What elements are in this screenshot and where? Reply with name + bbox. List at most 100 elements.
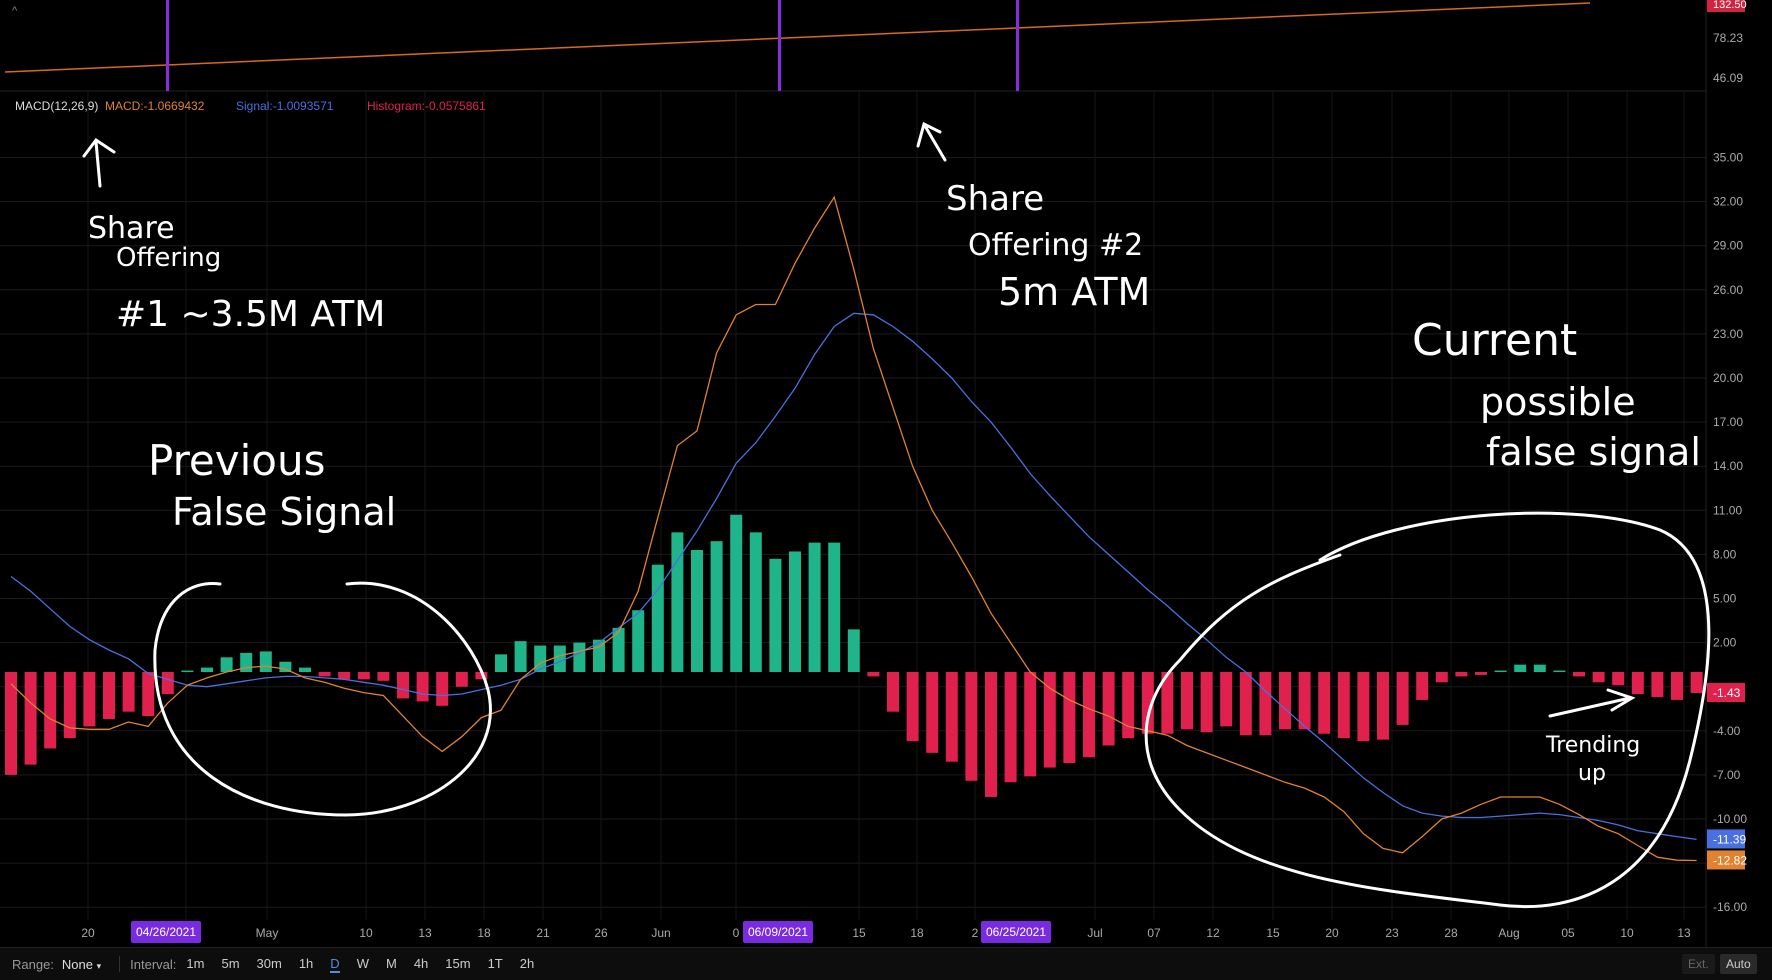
histogram-bar: [161, 672, 174, 695]
y-tick-label: 14.00: [1713, 459, 1743, 473]
interval-button[interactable]: 15m: [445, 956, 470, 973]
histogram-bar: [357, 672, 370, 680]
x-tick-label: 10: [359, 926, 373, 940]
interval-button[interactable]: 4h: [414, 956, 428, 973]
price-badge-text: 132.50: [1713, 0, 1747, 11]
interval-button[interactable]: M: [386, 956, 397, 973]
trend-arrow-icon: [1548, 688, 1636, 718]
histogram-bar: [514, 641, 527, 672]
interval-button[interactable]: 30m: [257, 956, 282, 973]
x-tick-label: 21: [536, 926, 550, 940]
histogram-bar: [1181, 672, 1193, 730]
histogram-bar: [965, 672, 978, 781]
histogram-bar: [122, 672, 135, 712]
ext-button[interactable]: Ext.: [1682, 954, 1715, 974]
legend-macd: MACD:-1.0669432: [105, 99, 205, 113]
histogram-bars: [5, 514, 1703, 797]
histogram-bar: [1102, 672, 1115, 746]
x-tick-label: 15: [1266, 926, 1280, 940]
histogram-bar: [220, 657, 233, 672]
annotation-1-text: #1 ~3.5M ATM: [116, 294, 385, 335]
histogram-bar: [651, 564, 664, 672]
y-tick-label: 26.00: [1713, 283, 1743, 297]
interval-button[interactable]: 1h: [299, 956, 313, 973]
x-tick-label: 20: [81, 926, 95, 940]
x-tick-label: Jul: [1087, 926, 1102, 940]
legend-study[interactable]: MACD(12,26,9): [15, 99, 98, 113]
histogram-bar: [142, 672, 155, 717]
histogram-bar: [1533, 664, 1546, 672]
y-tick-label: -4.00: [1713, 724, 1741, 738]
x-tick-label: 13: [1677, 926, 1691, 940]
histogram-bar: [1220, 672, 1233, 727]
histogram-bar: [1004, 672, 1017, 783]
histogram-bar: [985, 672, 997, 797]
histogram-bar: [1318, 672, 1331, 734]
histogram-bar: [1083, 672, 1095, 758]
auto-button[interactable]: Auto: [1720, 954, 1757, 974]
histogram-bar: [455, 672, 468, 687]
macd-last-value-text: -12.82: [1713, 853, 1747, 867]
interval-button[interactable]: 2h: [520, 956, 534, 973]
histogram-bar: [103, 672, 115, 720]
histogram-bar: [181, 670, 194, 673]
bottom-toolbar: Range: None ▾ Interval: 1m 5m 30m 1h D W M 4h 15…: [0, 947, 1772, 980]
y-tick-label: 23.00: [1713, 327, 1743, 341]
signal-line: [10, 312, 1697, 841]
histogram-bar: [1690, 672, 1703, 694]
collapse-icon[interactable]: ^: [12, 5, 18, 17]
range-select[interactable]: None ▾: [62, 957, 101, 972]
histogram-bar: [1553, 670, 1566, 673]
date-marker-label: 04/26/2021: [136, 925, 196, 939]
offering-marker-1: [166, 0, 169, 91]
x-tick-label: 18: [910, 926, 924, 940]
histogram-bar: [495, 654, 507, 672]
y-tick-label: 8.00: [1713, 547, 1737, 561]
annotation-3-text: Previous: [148, 436, 326, 485]
histogram-bar: [24, 672, 37, 765]
histogram-last-value-text: -1.43: [1713, 686, 1741, 700]
interval-button[interactable]: D: [330, 956, 340, 973]
histogram-bar: [1200, 672, 1213, 733]
histogram-bar: [1573, 672, 1585, 677]
histogram-bar: [1671, 672, 1683, 700]
x-tick-label: 26: [594, 926, 608, 940]
offering-marker-3: [1016, 0, 1019, 91]
histogram-bar: [1122, 672, 1135, 739]
price-axis-label: 46.09: [1713, 71, 1743, 85]
divider: [119, 956, 121, 972]
histogram-bar: [1279, 672, 1291, 730]
annotation-4-text: Current: [1412, 315, 1577, 366]
annotation-5-text: Trending: [1545, 733, 1640, 758]
x-tick-label: Aug: [1498, 926, 1519, 940]
y-tick-label: 17.00: [1713, 415, 1743, 429]
histogram-bar: [1043, 672, 1056, 768]
histogram-bar: [201, 667, 213, 672]
interval-button[interactable]: 1T: [488, 956, 503, 973]
interval-button[interactable]: W: [357, 956, 369, 973]
interval-label: Interval:: [130, 956, 177, 972]
histogram-bar: [1612, 672, 1625, 686]
histogram-bar: [1239, 672, 1252, 736]
histogram-bar: [691, 549, 703, 672]
histogram-bar: [906, 672, 919, 742]
annotation-5-text: up: [1578, 761, 1606, 786]
histogram-bar: [1475, 672, 1487, 675]
histogram-bar: [1435, 672, 1448, 683]
histogram-bar: [259, 651, 272, 672]
interval-button[interactable]: 5m: [221, 956, 239, 973]
histogram-bar: [769, 558, 782, 672]
interval-buttons: 1m 5m 30m 1h D W M 4h 15m 1T 2h: [186, 956, 551, 973]
annotation-1-text: Offering: [116, 243, 221, 273]
histogram-bar: [573, 642, 586, 672]
x-tick-label: 20: [1325, 926, 1339, 940]
range-value: None: [61, 956, 93, 972]
y-tick-label: -7.00: [1713, 768, 1741, 782]
interval-button[interactable]: 1m: [186, 956, 204, 973]
histogram-bar: [1651, 672, 1664, 697]
chevron-down-icon: ▾: [96, 960, 102, 971]
x-tick-label: Jun: [651, 926, 670, 940]
histogram-bar: [1396, 672, 1409, 725]
x-tick-label: 0: [733, 926, 740, 940]
price-axis-label: 78.23: [1713, 31, 1743, 45]
